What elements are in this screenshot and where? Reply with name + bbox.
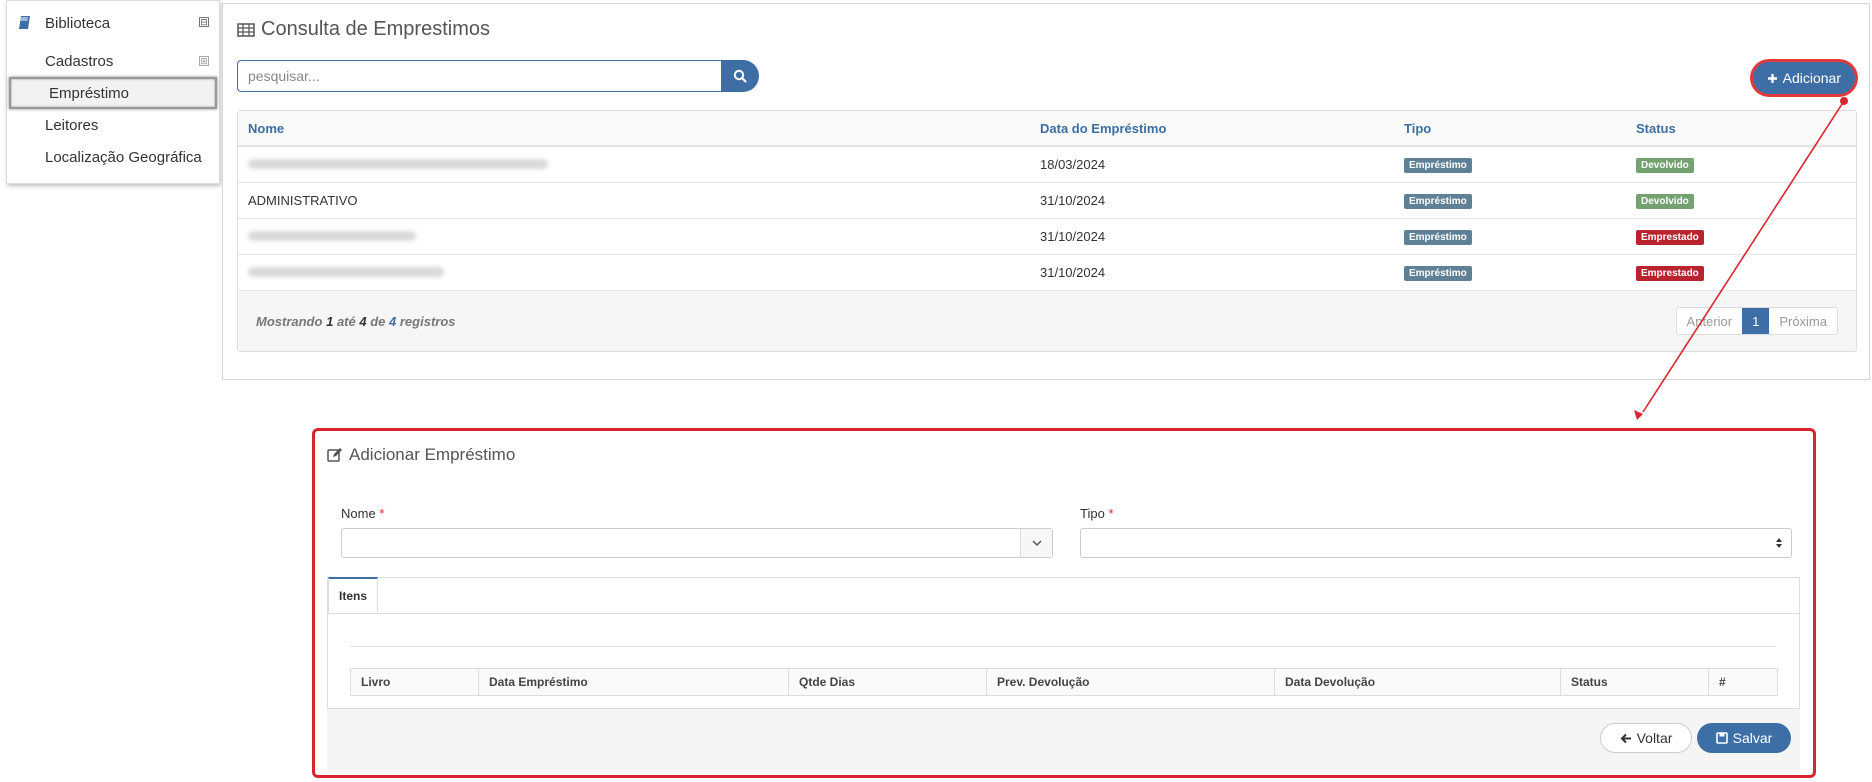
row-date: 31/10/2024 [1040,265,1106,280]
row-name: ADMINISTRATIVO [248,193,358,208]
sidebar-item-label: Leitores [45,116,99,134]
dialog-title: Adicionar Empréstimo [327,445,515,465]
table-header: Nome Data do Empréstimo Tipo Status [238,111,1856,147]
voltar-button[interactable]: Voltar [1600,723,1692,753]
pagination-next[interactable]: Próxima [1769,308,1837,334]
tab-itens[interactable]: Itens [328,577,378,613]
table-row[interactable]: 31/10/2024 Empréstimo Emprestado [238,219,1856,255]
salvar-button[interactable]: Salvar [1697,723,1791,753]
items-table-header: Livro Data Empréstimo Qtde Dias Prev. De… [350,668,1778,696]
search-input[interactable] [237,60,721,92]
search-icon [733,69,747,83]
tipo-badge: Empréstimo [1404,230,1472,245]
column-header-actions[interactable]: # [1709,669,1777,695]
save-icon [1715,732,1728,744]
voltar-label: Voltar [1636,730,1673,746]
row-date: 31/10/2024 [1040,229,1106,244]
column-header-nome[interactable]: Nome [238,121,1030,136]
sidebar-item-localizacao[interactable]: Localização Geográfica [7,141,219,173]
tipo-badge: Empréstimo [1404,266,1472,281]
sidebar-item-leitores[interactable]: Leitores [7,109,219,141]
column-header-qtde-dias[interactable]: Qtde Dias [789,669,987,695]
select-arrows-icon [1775,537,1783,549]
arrow-left-icon [1620,733,1632,744]
emprestimos-table: Nome Data do Empréstimo Tipo Status 18/0… [237,110,1857,352]
column-header-tipo[interactable]: Tipo [1394,121,1626,136]
table-icon [237,22,255,38]
status-badge: Devolvido [1636,194,1694,209]
sidebar: Biblioteca ⊟ Cadastros ⊞ Empréstimo Leit… [6,0,220,184]
page-title-text: Consulta de Emprestimos [261,18,490,40]
pagination-prev[interactable]: Anterior [1676,308,1743,334]
redacted-name [248,159,548,169]
page-title: Consulta de Emprestimos [237,18,490,41]
column-header-status[interactable]: Status [1626,121,1856,136]
table-footer: Mostrando 1 até 4 de 4 registros Anterio… [238,291,1856,351]
items-tab-panel: Itens Livro Data Empréstimo Qtde Dias Pr… [327,577,1800,709]
search-bar [237,60,759,92]
sidebar-item-label: Empréstimo [49,84,130,102]
pagination: Anterior 1 Próxima [1675,307,1838,335]
column-header-status[interactable]: Status [1561,669,1709,695]
records-info: Mostrando 1 até 4 de 4 registros [256,313,456,329]
dialog-footer [327,709,1800,771]
status-badge: Devolvido [1636,158,1694,173]
edit-icon [327,447,343,463]
dialog-title-text: Adicionar Empréstimo [349,445,516,464]
search-button[interactable] [721,60,759,92]
column-header-data[interactable]: Data do Empréstimo [1030,121,1394,136]
add-emprestimo-dialog: Adicionar Empréstimo Nome * Tipo * Itens… [312,428,1816,778]
expand-icon[interactable]: ⊞ [199,56,209,66]
sidebar-item-label: Localização Geográfica [45,148,202,166]
nome-label: Nome * [341,506,385,521]
pagination-page-1[interactable]: 1 [1742,308,1770,334]
tipo-label: Tipo * [1080,506,1114,521]
nome-select[interactable] [341,528,1053,558]
table-row[interactable]: ADMINISTRATIVO 31/10/2024 Empréstimo Dev… [238,183,1856,219]
separator [350,646,1776,647]
redacted-name [248,231,416,241]
sidebar-item-emprestimo[interactable]: Empréstimo [9,77,217,109]
sidebar-item-cadastros[interactable]: Cadastros ⊞ [7,45,219,77]
collapse-icon[interactable]: ⊟ [199,17,209,27]
tipo-badge: Empréstimo [1404,194,1472,209]
sidebar-header-biblioteca[interactable]: Biblioteca ⊟ [7,1,219,45]
column-header-data-devolucao[interactable]: Data Devolução [1275,669,1561,695]
main-panel: Consulta de Emprestimos Adicionar Nome D… [222,3,1870,380]
tipo-select[interactable] [1080,528,1792,558]
tipo-badge: Empréstimo [1404,158,1472,173]
chevron-down-icon[interactable] [1020,529,1052,557]
column-header-prev-devolucao[interactable]: Prev. Devolução [987,669,1275,695]
column-header-livro[interactable]: Livro [351,669,479,695]
redacted-name [248,267,444,277]
column-header-data-emprestimo[interactable]: Data Empréstimo [479,669,789,695]
sidebar-title: Biblioteca [45,14,111,32]
salvar-label: Salvar [1732,730,1773,746]
book-icon [17,15,33,31]
table-row[interactable]: 31/10/2024 Empréstimo Emprestado [238,255,1856,291]
add-button-label: Adicionar [1782,70,1841,86]
add-button[interactable]: Adicionar [1752,62,1855,94]
tab-divider [328,613,1799,614]
sidebar-item-label: Cadastros [45,52,114,70]
row-date: 18/03/2024 [1040,157,1106,172]
status-badge: Emprestado [1636,230,1704,245]
plus-icon [1767,73,1778,84]
status-badge: Emprestado [1636,266,1704,281]
row-date: 31/10/2024 [1040,193,1106,208]
table-row[interactable]: 18/03/2024 Empréstimo Devolvido [238,147,1856,183]
